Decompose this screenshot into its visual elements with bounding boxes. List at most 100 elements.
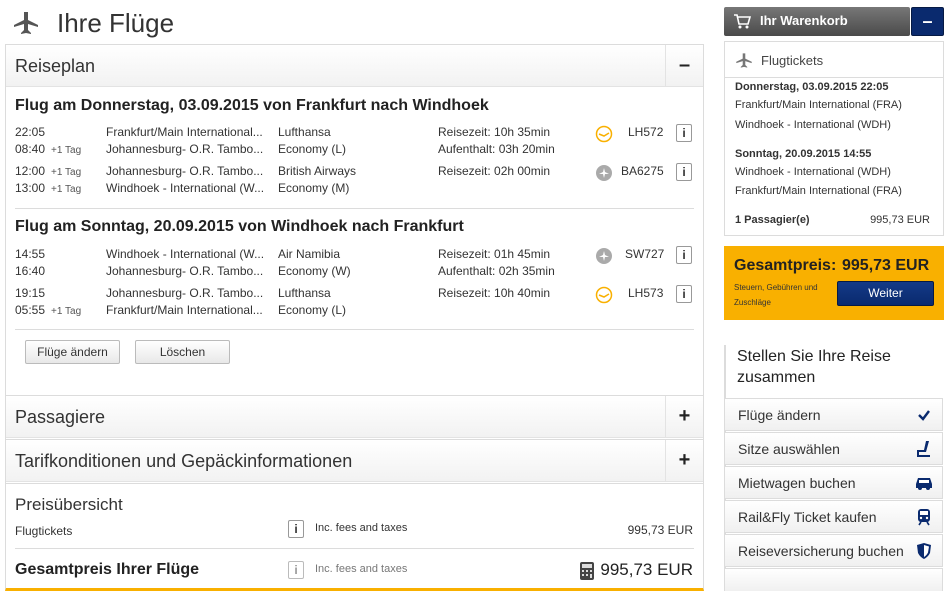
- passenger-amount: 995,73 EUR: [870, 214, 930, 226]
- continue-button[interactable]: Weiter: [837, 281, 934, 306]
- calculator-icon[interactable]: [578, 561, 596, 581]
- travel-time: Reisezeit: 10h 40min: [438, 286, 551, 300]
- destination-airport: Windhoek - International (W...: [106, 181, 265, 195]
- total-info-button[interactable]: i: [288, 561, 304, 579]
- arrival-time: 13:00: [15, 181, 46, 195]
- menu-travel-insurance[interactable]: Reiseversicherung buchen: [724, 534, 943, 567]
- cart-section-title: Flugtickets: [761, 53, 824, 68]
- flight-info-button[interactable]: i: [676, 285, 692, 303]
- divider: [15, 329, 694, 330]
- outbound-from: Frankfurt/Main International (FRA): [735, 99, 902, 111]
- flight-number: SW727: [625, 247, 665, 261]
- menu-label: Mietwagen buchen: [738, 475, 856, 491]
- total-label: Gesamtpreis Ihrer Flüge: [15, 561, 200, 578]
- airplane-icon: [736, 53, 752, 68]
- flight-info-button[interactable]: i: [676, 163, 692, 181]
- airplane-icon: [14, 12, 38, 34]
- booking-class: Economy (L): [278, 142, 347, 156]
- arrival-time: 08:40: [15, 142, 46, 156]
- tickets-amount: 995,73 EUR: [627, 523, 693, 537]
- shopping-cart-icon: [734, 14, 751, 29]
- layover-time: Aufenthalt: 03h 20min: [438, 142, 555, 156]
- fare-panel: Tarifkonditionen und Gepäckinformationen…: [5, 439, 704, 483]
- fare-title: Tarifkonditionen und Gepäckinformationen: [15, 451, 353, 471]
- expand-toggle[interactable]: +: [665, 396, 703, 438]
- airline-name: Lufthansa: [278, 125, 331, 139]
- total-price-box: Gesamtpreis: 995,73 EUR Steuern, Gebühre…: [724, 246, 944, 320]
- airline-name: Air Namibia: [278, 247, 341, 261]
- menu-change-flights[interactable]: Flüge ändern: [724, 398, 943, 431]
- destination-airport: Johannesburg- O.R. Tambo...: [106, 264, 264, 278]
- flight-number: LH572: [628, 125, 664, 139]
- menu-select-seats[interactable]: Sitze auswählen: [724, 432, 943, 465]
- menu-rent-car[interactable]: Mietwagen buchen: [724, 466, 943, 499]
- page-header: Ihre Flüge: [0, 0, 715, 44]
- outbound-to: Windhoek - International (WDH): [735, 119, 891, 131]
- total-price-amount: 995,73 EUR: [842, 257, 930, 274]
- compose-title: Stellen Sie Ihre Reise zusammen: [737, 348, 891, 386]
- booking-class: Economy (M): [278, 181, 350, 195]
- itinerary-panel: Reiseplan – Flug am Donnerstag, 03.09.20…: [5, 44, 704, 395]
- menu-label: Flüge ändern: [738, 407, 821, 423]
- cart-header[interactable]: Ihr Warenkorb: [724, 7, 910, 36]
- divider: [15, 548, 694, 549]
- departure-time: 19:15: [15, 286, 46, 300]
- tickets-label: Flugtickets: [15, 524, 73, 538]
- divider: [15, 208, 694, 209]
- origin-airport: Windhoek - International (W...: [106, 247, 265, 261]
- generic-airline-icon: [596, 248, 612, 264]
- travel-time: Reisezeit: 10h 35min: [438, 125, 551, 139]
- booking-class: Economy (L): [278, 303, 347, 317]
- origin-airport: Johannesburg- O.R. Tambo...: [106, 286, 264, 300]
- flight-info-button[interactable]: i: [676, 246, 692, 264]
- menu-label: Rail&Fly Ticket kaufen: [738, 509, 877, 525]
- return-to: Frankfurt/Main International (FRA): [735, 185, 902, 197]
- flight-info-button[interactable]: i: [676, 124, 692, 142]
- flight-segment: 19:15 05:55 +1 Tag Johannesburg- O.R. Tam…: [15, 285, 699, 324]
- airline-name: Lufthansa: [278, 286, 331, 300]
- travel-time: Reisezeit: 01h 45min: [438, 247, 551, 261]
- total-price-label: Gesamtpreis:: [734, 257, 837, 274]
- flight-segment: 22:05 08:40 +1 Tag Frankfurt/Main Interna…: [15, 124, 699, 163]
- destination-airport: Johannesburg- O.R. Tambo...: [106, 142, 264, 156]
- flight-number: LH573: [628, 286, 664, 300]
- arrival-time: 16:40: [15, 264, 46, 278]
- day-tag: +1 Tag: [51, 184, 82, 195]
- menu-rail-fly[interactable]: Rail&Fly Ticket kaufen: [724, 500, 943, 533]
- change-flights-button[interactable]: Flüge ändern: [25, 340, 120, 364]
- departure-time: 22:05: [15, 125, 46, 139]
- collapse-toggle[interactable]: –: [665, 45, 703, 87]
- fees-note: Inc. fees and taxes: [315, 522, 408, 534]
- cart-collapse-button[interactable]: –: [911, 7, 944, 36]
- return-date: Sonntag, 20.09.2015 14:55: [735, 148, 872, 160]
- tax-note: Steuern, Gebühren und Zuschläge: [734, 283, 818, 307]
- delete-button[interactable]: Löschen: [135, 340, 230, 364]
- origin-airport: Frankfurt/Main International...: [106, 125, 263, 139]
- passenger-count: 1 Passagier(e): [735, 214, 810, 226]
- lufthansa-logo-icon: [595, 286, 613, 304]
- passengers-title: Passagiere: [15, 407, 106, 427]
- reiseplan-title: Reiseplan: [15, 56, 96, 76]
- outbound-heading: Flug am Donnerstag, 03.09.2015 von Frank…: [15, 97, 489, 114]
- flight-number: BA6275: [621, 164, 664, 178]
- fare-header[interactable]: Tarifkonditionen und Gepäckinformationen…: [6, 440, 703, 482]
- price-info-button[interactable]: i: [288, 520, 304, 538]
- generic-airline-icon: [596, 165, 612, 181]
- reiseplan-header[interactable]: Reiseplan –: [6, 45, 703, 87]
- page-title: Ihre Flüge: [57, 8, 175, 38]
- menu-label: Reiseversicherung buchen: [738, 543, 904, 559]
- expand-toggle[interactable]: +: [665, 440, 703, 482]
- train-icon: [918, 509, 930, 526]
- car-icon: [916, 478, 932, 490]
- layover-time: Aufenthalt: 02h 35min: [438, 264, 555, 278]
- menu-label: Sitze auswählen: [738, 441, 840, 457]
- day-tag: +1 Tag: [51, 145, 82, 156]
- return-heading: Flug am Sonntag, 20.09.2015 von Windhoek…: [15, 218, 464, 235]
- price-overview-title: Preisübersicht: [15, 495, 123, 514]
- destination-airport: Frankfurt/Main International...: [106, 303, 263, 317]
- seat-icon: [917, 441, 930, 457]
- departure-time: 14:55: [15, 247, 46, 261]
- airline-name: British Airways: [278, 164, 357, 178]
- shield-icon: [917, 543, 931, 559]
- passengers-header[interactable]: Passagiere +: [6, 396, 703, 438]
